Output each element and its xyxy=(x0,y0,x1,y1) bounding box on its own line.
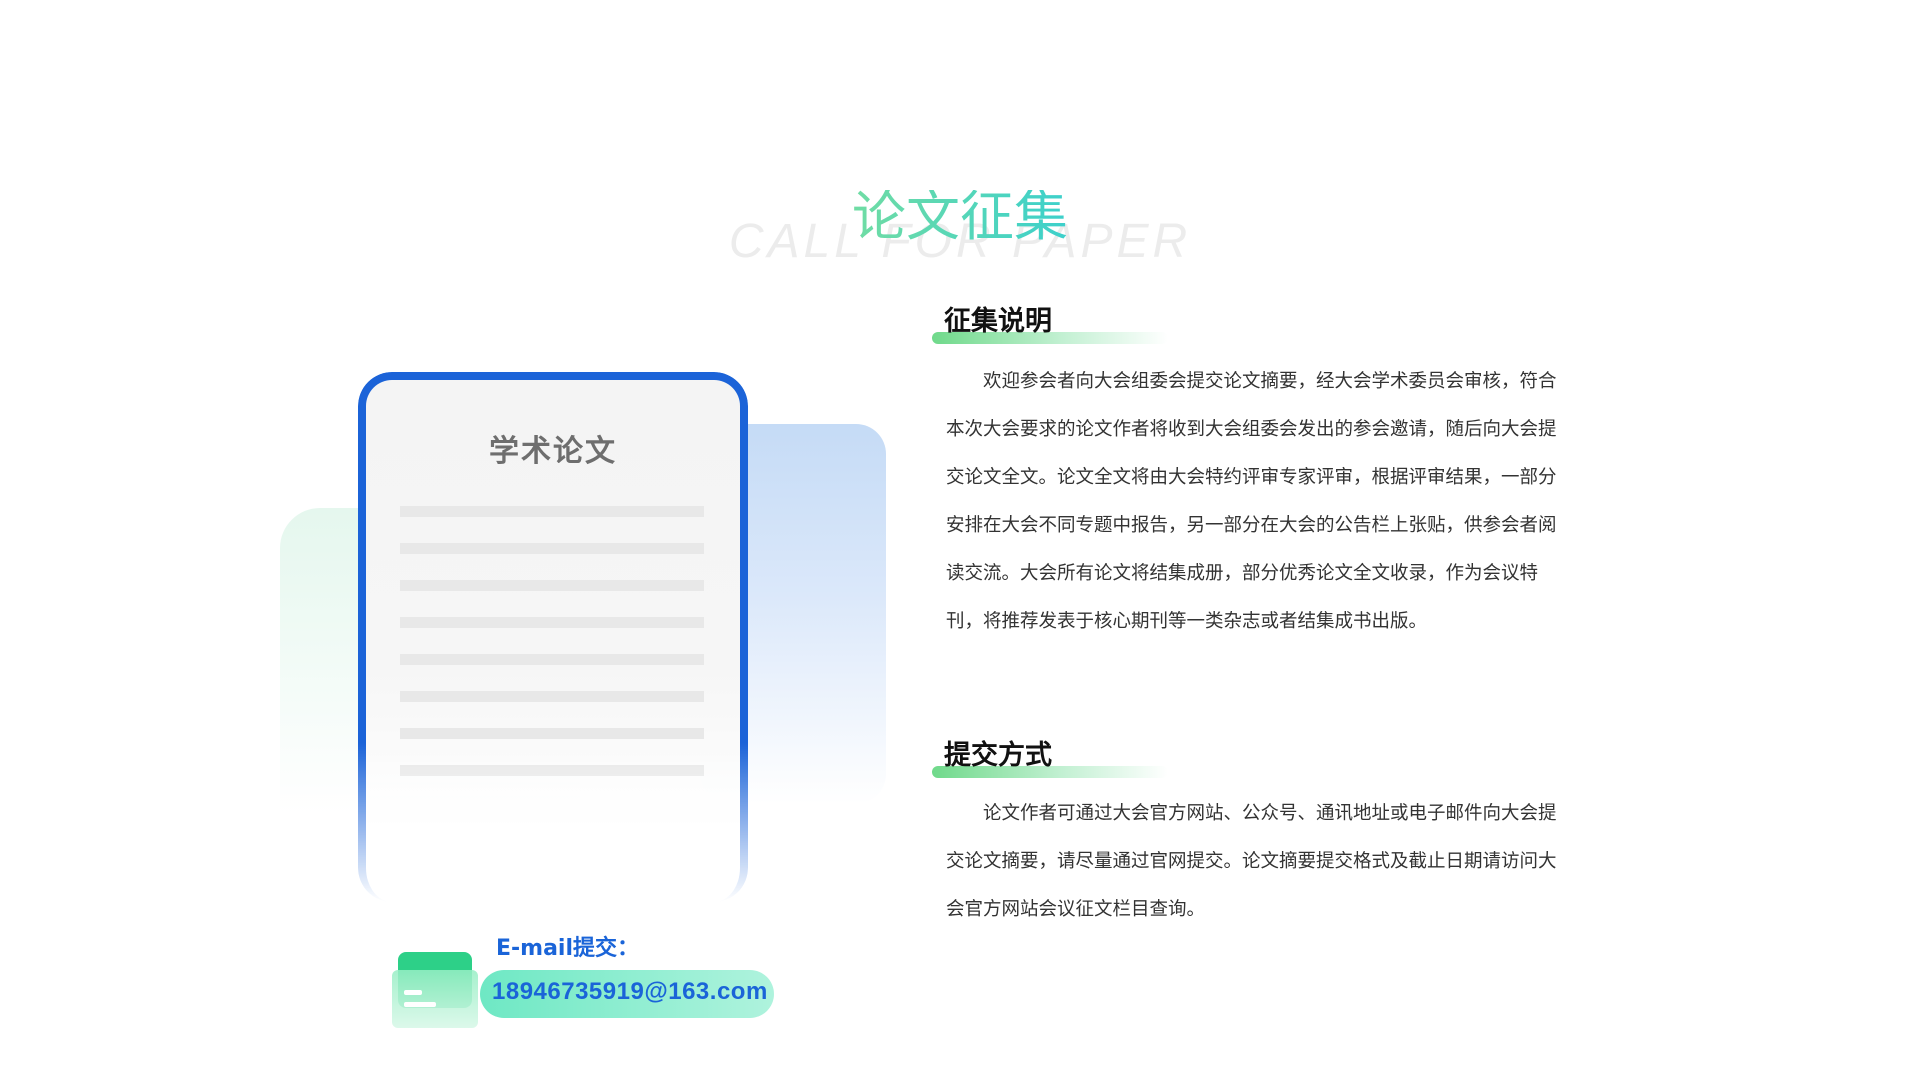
section-submission-method: 提交方式 xyxy=(932,740,1172,780)
paper-text-line xyxy=(400,765,704,776)
section-paragraph: 欢迎参会者向大会组委会提交论文摘要，经大会学术委员会审核，符合本次大会要求的论文… xyxy=(946,371,1557,632)
folder-icon xyxy=(392,952,478,1028)
paper-document-illustration: 学术论文 xyxy=(358,372,748,902)
email-address-link[interactable]: 18946735919@163.com xyxy=(492,980,768,1004)
paper-text-line xyxy=(400,654,704,665)
paper-document-title: 学术论文 xyxy=(489,434,617,469)
paper-text-line xyxy=(400,617,704,628)
section-collection-notes: 征集说明 xyxy=(932,306,1172,346)
section-heading: CALL FOR PAPER 论文征集 xyxy=(0,180,1920,300)
section-title: 提交方式 xyxy=(944,740,1052,771)
section-paragraph: 论文作者可通过大会官方网站、公众号、通讯地址或电子邮件向大会提交论文摘要，请尽量… xyxy=(946,803,1557,920)
page-title: 论文征集 xyxy=(0,190,1920,244)
section-title: 征集说明 xyxy=(944,306,1052,337)
paper-text-line xyxy=(400,691,704,702)
paper-text-line xyxy=(400,728,704,739)
paper-text-line xyxy=(400,580,704,591)
paper-text-line xyxy=(400,543,704,554)
email-submit-label: E-mail提交： xyxy=(496,936,640,961)
paper-text-line xyxy=(400,506,704,517)
